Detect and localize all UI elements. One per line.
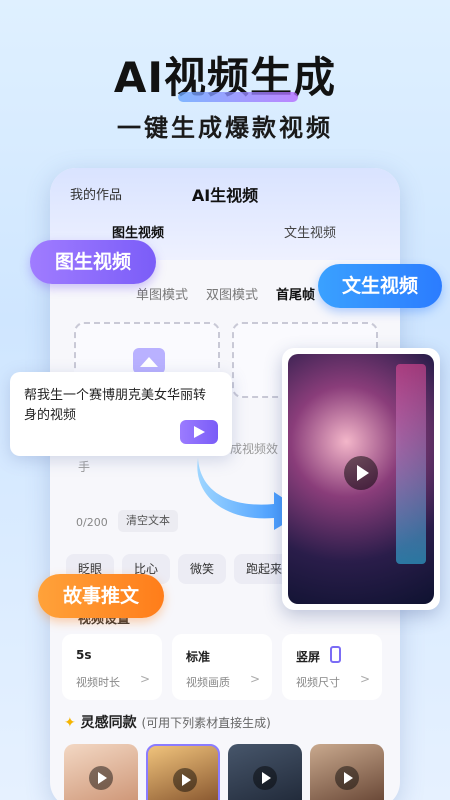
mode-single[interactable]: 单图模式 xyxy=(136,284,188,303)
setting-size[interactable]: 竖屏 视频尺寸 > xyxy=(282,634,382,700)
tab-text-to-video[interactable]: 文生视频 xyxy=(284,222,336,241)
play-icon xyxy=(89,766,113,790)
inspiration-header: ✦ 灵感同款 (可用下列素材直接生成) xyxy=(64,712,271,732)
chevron-right-icon: > xyxy=(139,672,150,686)
text-to-video-badge: 文生视频 xyxy=(318,264,442,308)
prompt-text: 帮我生一个赛博朋克美女华丽转身的视频 xyxy=(24,388,207,423)
inspiration-title: 灵感同款 xyxy=(80,715,137,731)
page-title: AI生视频 xyxy=(191,186,259,205)
mode-double[interactable]: 双图模式 xyxy=(206,284,258,303)
portrait-icon xyxy=(330,646,341,663)
image-icon xyxy=(133,348,165,374)
setting-value: 标准 xyxy=(186,650,211,664)
char-counter: 0/200 xyxy=(76,516,108,529)
mode-first-last[interactable]: 首尾帧 xyxy=(276,284,315,303)
hero-underline xyxy=(178,92,298,102)
mode-selector: 单图模式 双图模式 首尾帧 xyxy=(136,284,315,303)
chip-smile[interactable]: 微笑 xyxy=(178,554,227,584)
play-icon xyxy=(253,766,277,790)
setting-value: 5s xyxy=(76,648,92,662)
story-badge: 故事推文 xyxy=(38,574,164,618)
video-preview-image xyxy=(288,354,434,604)
play-icon xyxy=(173,768,197,792)
setting-label: 视频时长 xyxy=(76,676,120,689)
thumbnail[interactable] xyxy=(64,744,138,800)
chevron-right-icon: > xyxy=(359,672,370,686)
play-icon[interactable] xyxy=(344,456,378,490)
thumbnail[interactable] xyxy=(228,744,302,800)
inspiration-thumbnails xyxy=(64,744,384,800)
setting-label: 视频画质 xyxy=(186,676,230,689)
tab-image-to-video[interactable]: 图生视频 xyxy=(112,222,164,241)
sparkle-icon: ✦ xyxy=(64,715,76,731)
setting-duration[interactable]: 5s 视频时长 > xyxy=(62,634,162,700)
setting-value: 竖屏 xyxy=(296,650,321,664)
video-settings: 5s 视频时长 > 标准 视频画质 > 竖屏 视频尺寸 > xyxy=(62,634,382,700)
chevron-right-icon: > xyxy=(249,672,260,686)
send-button[interactable] xyxy=(180,420,218,444)
neon-sign-decor xyxy=(396,364,426,564)
play-icon xyxy=(335,766,359,790)
inspiration-note: (可用下列素材直接生成) xyxy=(141,716,271,730)
clear-text-button[interactable]: 清空文本 xyxy=(118,510,178,532)
image-to-video-badge: 图生视频 xyxy=(30,240,156,284)
hero-subtitle: 一键生成爆款视频 xyxy=(117,114,333,142)
prompt-text-fragment: 手 xyxy=(78,460,91,474)
thumbnail[interactable] xyxy=(146,744,220,800)
setting-quality[interactable]: 标准 视频画质 > xyxy=(172,634,272,700)
setting-label: 视频尺寸 xyxy=(296,676,340,689)
generated-video-card[interactable] xyxy=(282,348,440,610)
thumbnail[interactable] xyxy=(310,744,384,800)
